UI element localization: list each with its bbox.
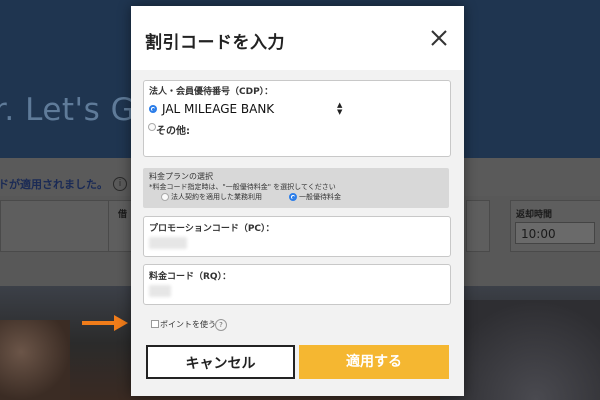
corporate-radio-selected[interactable] xyxy=(149,105,157,113)
annotation-arrow-icon xyxy=(82,315,128,331)
close-icon[interactable] xyxy=(427,26,451,50)
corporate-other-label: その他: xyxy=(156,126,190,137)
notice-text: ドが適用されました。 xyxy=(0,178,108,191)
corporate-code-section: 法人・会員優待番号（CDP）： JAL MILEAGE BANK ▲ ▼ その他: xyxy=(143,80,451,157)
rate-code-section[interactable]: 料金コード（RQ）： xyxy=(143,264,451,305)
background-photo-person xyxy=(0,320,70,400)
use-points-checkbox[interactable] xyxy=(151,320,159,328)
return-time-select[interactable]: 10:00 xyxy=(515,222,595,244)
rate-plan-radio-general[interactable] xyxy=(289,193,297,201)
discount-code-modal: 割引コードを入力 法人・会員優待番号（CDP）： JAL MILEAGE BAN… xyxy=(131,6,464,396)
help-icon[interactable]: ? xyxy=(215,319,227,331)
hero-text: r. Let's G xyxy=(0,92,136,128)
promotion-code-value-blurred xyxy=(149,237,187,249)
use-points-label[interactable]: ポイントを使う xyxy=(160,319,216,330)
corporate-code-selected-value: JAL MILEAGE BANK xyxy=(162,102,275,116)
info-icon[interactable]: i xyxy=(113,177,127,191)
rate-code-value-blurred xyxy=(149,285,171,297)
rate-plan-section: 料金プランの選択 *料金コード指定時は、"一般優待料金" を選択してください 法… xyxy=(143,168,449,208)
rate-code-label: 料金コード（RQ）： xyxy=(149,272,232,282)
select-arrows-icon: ▲ ▼ xyxy=(337,101,343,116)
cancel-button[interactable]: キャンセル xyxy=(146,345,295,379)
rate-plan-option-general[interactable]: 一般優待料金 xyxy=(299,192,341,202)
corporate-radio-other[interactable] xyxy=(148,123,156,131)
background-photo-hill xyxy=(440,300,600,400)
corporate-code-label: 法人・会員優待番号（CDP）： xyxy=(149,87,274,97)
apply-button[interactable]: 適用する xyxy=(299,345,449,379)
modal-header: 割引コードを入力 xyxy=(131,6,464,70)
modal-title: 割引コードを入力 xyxy=(145,33,285,53)
rate-plan-option-corporate[interactable]: 法人契約を適用した業務利用 xyxy=(171,192,262,202)
booking-field-mid[interactable] xyxy=(466,200,490,252)
rate-plan-note: *料金コード指定時は、"一般優待料金" を選択してください xyxy=(149,183,336,191)
rate-plan-title: 料金プランの選択 xyxy=(149,172,213,181)
rate-plan-radio-corporate[interactable] xyxy=(161,193,169,201)
return-time-label: 返却時間 xyxy=(516,210,553,220)
promotion-code-label: プロモーションコード（PC）： xyxy=(149,224,275,234)
promotion-code-section[interactable]: プロモーションコード（PC）： xyxy=(143,216,451,257)
booking-field-label-partial: 借 xyxy=(118,210,128,220)
corporate-code-select[interactable]: JAL MILEAGE BANK ▲ ▼ xyxy=(161,101,346,118)
booking-field-pickup[interactable] xyxy=(0,200,122,252)
